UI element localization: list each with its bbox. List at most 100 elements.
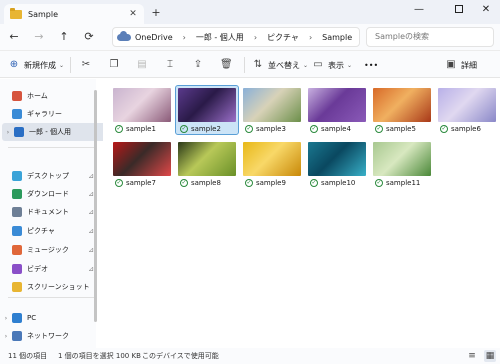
sync-check-icon: ✓ bbox=[245, 179, 253, 187]
minimize-button[interactable]: — bbox=[405, 0, 433, 22]
navigation-pane: ホーム ギャラリー › 一郎 - 個人用 デスクトップ ⊿ ダウンロード ⊿ ドキュメント ⊿ ピク… bbox=[0, 79, 116, 349]
details-pane-icon: ▣ bbox=[446, 59, 456, 70]
thumbnail-image bbox=[243, 142, 301, 176]
maximize-button[interactable] bbox=[445, 0, 473, 22]
view-button[interactable]: ▭ 表示 ⌄ bbox=[312, 57, 352, 73]
breadcrumb[interactable]: OneDrive › 一郎 - 個人用 › ピクチャ › Sample bbox=[112, 27, 360, 47]
sidebar-item[interactable]: ミュージック ⊿ bbox=[0, 241, 94, 259]
sidebar-item[interactable]: ホーム bbox=[0, 87, 94, 105]
breadcrumb-separator[interactable]: › bbox=[183, 33, 186, 42]
file-item[interactable]: ✓ sample11 bbox=[373, 142, 437, 192]
folder-icon bbox=[12, 207, 22, 217]
copy-button[interactable]: ❐ bbox=[108, 57, 124, 73]
file-item[interactable]: ✓ sample3 bbox=[243, 88, 307, 138]
sync-check-icon: ✓ bbox=[180, 125, 188, 133]
sidebar-item-label: ミュージック bbox=[27, 246, 69, 254]
sidebar-item[interactable]: › PC bbox=[0, 309, 94, 327]
trash-icon: 🗑 bbox=[220, 59, 233, 70]
breadcrumb-item-pictures[interactable]: ピクチャ bbox=[267, 32, 299, 43]
file-item[interactable]: ✓ sample1 bbox=[113, 88, 177, 138]
thumbnail-image bbox=[178, 142, 236, 176]
file-name: ✓ sample3 bbox=[245, 125, 286, 133]
file-name: ✓ sample9 bbox=[245, 179, 286, 187]
new-button-label: 新規作成 bbox=[24, 60, 56, 70]
tab-sample[interactable]: Sample ✕ bbox=[4, 4, 144, 24]
chevron-down-icon: ⌄ bbox=[347, 61, 353, 69]
file-item[interactable]: ✓ sample2 bbox=[175, 85, 242, 138]
sidebar-item[interactable]: ピクチャ ⊿ bbox=[0, 222, 94, 240]
file-item[interactable]: ✓ sample4 bbox=[308, 88, 372, 138]
sidebar-item[interactable]: ダウンロード ⊿ bbox=[0, 185, 94, 203]
breadcrumb-separator[interactable]: › bbox=[254, 33, 257, 42]
file-item[interactable]: ✓ sample6 bbox=[438, 88, 500, 138]
cut-button[interactable]: ✂ bbox=[80, 57, 96, 73]
file-name: ✓ sample6 bbox=[440, 125, 481, 133]
sync-check-icon: ✓ bbox=[245, 125, 253, 133]
file-name: ✓ sample4 bbox=[310, 125, 351, 133]
sidebar-item[interactable]: › ネットワーク bbox=[0, 327, 94, 345]
nav-divider bbox=[8, 297, 96, 298]
back-button[interactable]: ← bbox=[3, 26, 25, 48]
sidebar-item[interactable]: スクリーンショット bbox=[0, 278, 94, 296]
file-item[interactable]: ✓ sample10 bbox=[308, 142, 372, 192]
onedrive-cloud-icon bbox=[117, 30, 131, 41]
file-item[interactable]: ✓ sample7 bbox=[113, 142, 177, 192]
sidebar-item-label: ビデオ bbox=[27, 265, 48, 273]
up-button[interactable]: ↑ bbox=[53, 26, 75, 48]
expand-chevron-icon[interactable]: › bbox=[0, 315, 12, 322]
large-icons-view-toggle[interactable]: ▦ bbox=[484, 350, 496, 362]
sort-button-label: 並べ替え bbox=[268, 60, 300, 70]
breadcrumb-separator[interactable]: › bbox=[309, 33, 312, 42]
tab-close-icon[interactable]: ✕ bbox=[126, 9, 140, 19]
thumbnail-image bbox=[373, 88, 431, 122]
sidebar-item[interactable]: デスクトップ ⊿ bbox=[0, 167, 94, 185]
breadcrumb-item-sample[interactable]: Sample bbox=[322, 33, 352, 42]
breadcrumb-item-personal[interactable]: 一郎 - 個人用 bbox=[196, 32, 244, 43]
search-input[interactable]: Sampleの検索 bbox=[366, 27, 494, 47]
file-name: ✓ sample10 bbox=[310, 179, 355, 187]
file-item[interactable]: ✓ sample9 bbox=[243, 142, 307, 192]
forward-button[interactable]: → bbox=[28, 26, 50, 48]
sidebar-item-label: ピクチャ bbox=[27, 227, 55, 235]
sidebar-item[interactable]: ビデオ ⊿ bbox=[0, 260, 94, 278]
details-view-toggle[interactable]: ≡ bbox=[466, 350, 478, 362]
file-name: ✓ sample2 bbox=[180, 125, 221, 133]
details-pane-button[interactable]: ▣ 詳細 bbox=[445, 57, 477, 73]
sidebar-item[interactable]: ドキュメント ⊿ bbox=[0, 203, 94, 221]
file-name-text: sample10 bbox=[321, 179, 356, 187]
nav-divider bbox=[8, 147, 96, 148]
file-name-text: sample4 bbox=[321, 125, 351, 133]
folder-icon bbox=[12, 264, 22, 274]
share-button[interactable]: ⇪ bbox=[192, 57, 208, 73]
expand-chevron-icon[interactable]: › bbox=[0, 333, 12, 340]
sort-button[interactable]: ⇅ 並べ替え ⌄ bbox=[252, 57, 308, 73]
folder-icon bbox=[12, 331, 22, 341]
sidebar-item[interactable]: ギャラリー bbox=[0, 105, 94, 123]
file-name: ✓ sample7 bbox=[115, 179, 156, 187]
nav-scrollbar[interactable] bbox=[94, 90, 97, 322]
rename-button[interactable]: ⌶ bbox=[164, 57, 180, 73]
file-item[interactable]: ✓ sample8 bbox=[178, 142, 242, 192]
new-tab-button[interactable]: + bbox=[148, 5, 164, 21]
thumbnail-image bbox=[308, 88, 366, 122]
file-name: ✓ sample11 bbox=[375, 179, 420, 187]
delete-button[interactable]: 🗑 bbox=[220, 57, 236, 73]
new-button[interactable]: ⊕ 新規作成 ⌄ bbox=[8, 57, 64, 73]
rename-icon: ⌶ bbox=[167, 59, 173, 70]
command-bar: ⊕ 新規作成 ⌄ ✂ ❐ ▤ ⌶ ⇪ 🗑 ⇅ 並べ替え ⌄ ▭ 表示 ⌄ •••… bbox=[0, 50, 500, 78]
close-window-button[interactable]: ✕ bbox=[472, 0, 500, 22]
folder-icon bbox=[12, 226, 22, 236]
paste-button[interactable]: ▤ bbox=[136, 57, 152, 73]
sync-check-icon: ✓ bbox=[310, 125, 318, 133]
folder-icon bbox=[10, 7, 22, 19]
item-count: 11 個の項目 bbox=[8, 352, 48, 360]
file-item[interactable]: ✓ sample5 bbox=[373, 88, 437, 138]
folder-icon bbox=[12, 109, 22, 119]
file-name-text: sample2 bbox=[191, 125, 221, 133]
more-options-button[interactable]: ••• bbox=[364, 57, 378, 73]
refresh-button[interactable]: ⟳ bbox=[78, 26, 100, 48]
expand-chevron-icon[interactable]: › bbox=[2, 129, 14, 136]
sidebar-item[interactable]: › 一郎 - 個人用 bbox=[2, 123, 116, 141]
breadcrumb-item-onedrive[interactable]: OneDrive bbox=[135, 33, 173, 42]
file-name-text: sample9 bbox=[256, 179, 286, 187]
